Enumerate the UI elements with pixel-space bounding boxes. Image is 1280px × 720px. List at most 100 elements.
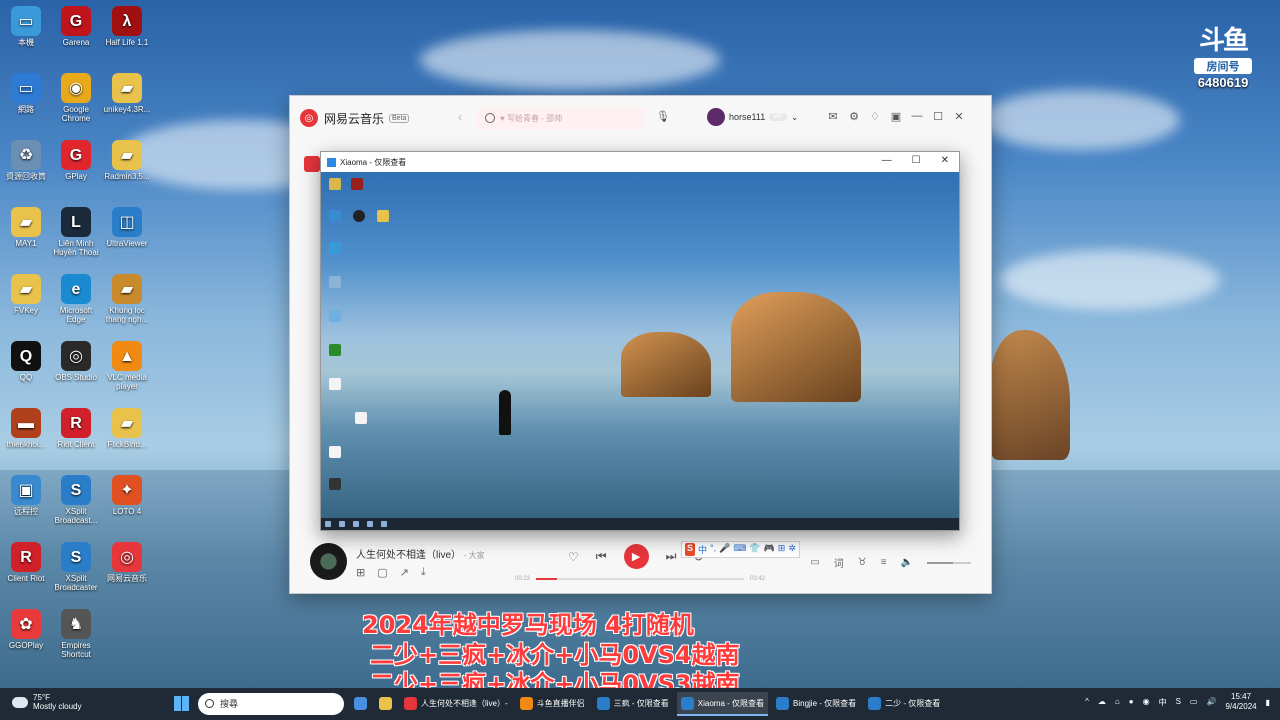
desktop-icon[interactable]: ♞ Empires Shortcut <box>50 609 102 659</box>
remote-desktop-icon[interactable] <box>329 178 341 190</box>
remote-folder-icon[interactable] <box>381 521 387 527</box>
remote-desktop-icon[interactable] <box>329 446 341 458</box>
sound-quality-icon[interactable]: ▭ <box>810 557 819 568</box>
desktop-icon[interactable]: ▰ unikey4.3R... <box>101 73 153 114</box>
minimize-button[interactable]: — <box>882 155 892 166</box>
avatar[interactable] <box>707 108 725 126</box>
taskbar-app[interactable]: Xiaoma - 仅限查看 <box>676 692 769 716</box>
previous-track-button[interactable]: ⏮ <box>596 549 607 564</box>
taskbar-app[interactable]: 三疯 - 仅限查看 <box>593 692 673 716</box>
desktop-icon[interactable]: R Riot Client <box>50 408 102 449</box>
tray-icon[interactable]: 🔊 <box>1206 697 1216 708</box>
desktop-icon[interactable]: Q QQ <box>0 341 52 382</box>
desktop-icon[interactable]: ▰ Radmin3.5... <box>101 140 153 181</box>
desktop-icon[interactable]: R Client Riot <box>0 542 52 583</box>
tray-icon[interactable]: ☁ <box>1098 697 1106 708</box>
desktop-icon[interactable]: L Liên Minh Huyền Thoại <box>50 207 102 257</box>
maximize-button[interactable]: ☐ <box>932 110 944 123</box>
username[interactable]: horse111 <box>729 112 765 122</box>
weather-widget[interactable]: 75°F Mostly cloudy <box>12 693 81 711</box>
desktop-icon[interactable]: λ Half Life 1.1 <box>101 6 153 47</box>
tray-icon[interactable]: 中 <box>1159 697 1167 708</box>
listen-together-icon[interactable]: ♉ <box>858 557 867 568</box>
remote-desktop-icon[interactable] <box>329 276 341 288</box>
desktop-icon[interactable]: ◫ UltraViewer <box>101 207 153 248</box>
ime-item[interactable]: 🎮 <box>764 543 775 556</box>
ime-item[interactable]: 中 <box>698 543 707 556</box>
taskbar-search-input[interactable]: 搜尋 <box>198 693 344 715</box>
microphone-icon[interactable]: 🎙 <box>656 110 670 124</box>
windows-start-icon[interactable] <box>174 696 189 711</box>
progress-bar[interactable]: 00:23 03:42 <box>515 576 765 582</box>
netease-search-input[interactable]: ♥ 写给青春 - 邵帅 <box>476 107 646 130</box>
tray-icon[interactable]: ⌂ <box>1115 697 1120 708</box>
desktop-icon[interactable]: ▰ FlickBind... <box>101 408 153 449</box>
remote-desktop-icon[interactable] <box>329 344 341 356</box>
remote-desktop-icon[interactable] <box>329 210 341 222</box>
progress-track[interactable] <box>536 578 744 580</box>
clock[interactable]: 15:47 9/4/2024 <box>1225 692 1256 712</box>
song-artist[interactable]: - 大家 <box>464 551 485 560</box>
desktop-icon[interactable]: ✿ GGOPlay <box>0 609 52 650</box>
remote-desktop-icon[interactable] <box>351 178 363 190</box>
ime-item[interactable]: ⊞ <box>778 543 786 556</box>
ime-item[interactable]: ⌨ <box>733 543 746 556</box>
volume-slider[interactable] <box>927 561 971 564</box>
ime-item[interactable]: S <box>685 543 696 556</box>
playlist-icon[interactable]: ≡ <box>881 557 887 568</box>
album-cover[interactable] <box>310 543 347 580</box>
desktop-icon[interactable]: ◎ OBS Studio <box>50 341 102 382</box>
desktop-icon[interactable]: G Garena <box>50 6 102 47</box>
desktop-icon[interactable]: ✦ LOTO 4 <box>101 475 153 516</box>
share-icon[interactable]: ↗ <box>400 566 409 579</box>
home-icon[interactable] <box>304 156 320 172</box>
desktop-icon[interactable]: ◉ Google Chrome <box>50 73 102 123</box>
tray-icon[interactable]: ● <box>1129 697 1134 708</box>
desktop-icon[interactable]: ▲ VLC media player <box>101 341 153 391</box>
taskbar-app[interactable]: Bingjie - 仅限查看 <box>772 692 860 716</box>
desktop-icon[interactable]: S XSplit Broadcast... <box>50 475 102 525</box>
gear-icon[interactable]: ⚙ <box>848 110 860 123</box>
desktop-icon[interactable]: ▣ 远程控 <box>0 475 52 516</box>
remote-desktop-icon[interactable] <box>329 378 341 390</box>
notification-icon[interactable]: ▮ <box>1266 698 1270 707</box>
desktop-icon[interactable]: ▭ 本機 <box>0 6 52 47</box>
back-arrow-icon[interactable]: ‹ <box>458 110 462 124</box>
ime-item[interactable]: 🎤 <box>719 543 730 556</box>
remote-taskview-icon[interactable] <box>353 521 359 527</box>
maximize-button[interactable]: ☐ <box>912 155 921 166</box>
lyrics-icon[interactable]: 词 <box>834 555 844 570</box>
remote-desktop-icon[interactable] <box>355 412 367 424</box>
minimize-button[interactable]: — <box>911 110 923 123</box>
comment-icon[interactable]: ▢ <box>377 566 387 579</box>
remote-desktop-icon[interactable] <box>377 210 389 222</box>
song-title[interactable]: 人生何处不相逢（live） <box>356 550 461 561</box>
play-button[interactable]: ▶ <box>623 544 649 569</box>
add-to-playlist-icon[interactable]: ⊞ <box>356 566 365 579</box>
taskbar-app[interactable] <box>350 692 371 716</box>
ime-item[interactable]: ✲ <box>788 543 796 556</box>
taskbar-app[interactable]: 二少 - 仅限查看 <box>864 692 944 716</box>
next-track-button[interactable]: ⏭ <box>666 549 677 564</box>
desktop-icon[interactable]: ▰ FVKey <box>0 274 52 315</box>
like-heart-icon[interactable]: ♡ <box>568 550 579 564</box>
remote-desktop-view[interactable] <box>321 172 959 518</box>
skin-icon[interactable]: ♢ <box>869 110 881 123</box>
remote-desktop-icon[interactable] <box>329 478 341 490</box>
ime-item[interactable]: 👕 <box>749 543 760 556</box>
volume-icon[interactable]: 🔈 <box>901 557 913 568</box>
download-icon[interactable]: ⤓ <box>421 566 426 579</box>
desktop-icon[interactable]: ♻ 資源回收筒 <box>0 140 52 181</box>
tray-icon[interactable]: ^ <box>1085 697 1089 708</box>
remote-desktop-icon[interactable] <box>329 310 341 322</box>
tray-icon[interactable]: ▭ <box>1190 697 1198 708</box>
remote-search-icon[interactable] <box>339 521 345 527</box>
ime-item[interactable]: °, <box>710 543 716 556</box>
desktop-icon[interactable]: ▭ 網路 <box>0 73 52 114</box>
taskbar-app[interactable]: 人生何处不相逢（live）- <box>400 692 512 716</box>
desktop-icon[interactable]: G GPlay <box>50 140 102 181</box>
desktop-icon[interactable]: e Microsoft Edge <box>50 274 102 324</box>
desktop-icon[interactable]: ▬ thienkhoi... <box>0 408 52 449</box>
desktop-icon[interactable]: ▰ Khung lọc thang ngh... <box>101 274 153 324</box>
remote-desktop-icon[interactable] <box>353 210 365 222</box>
